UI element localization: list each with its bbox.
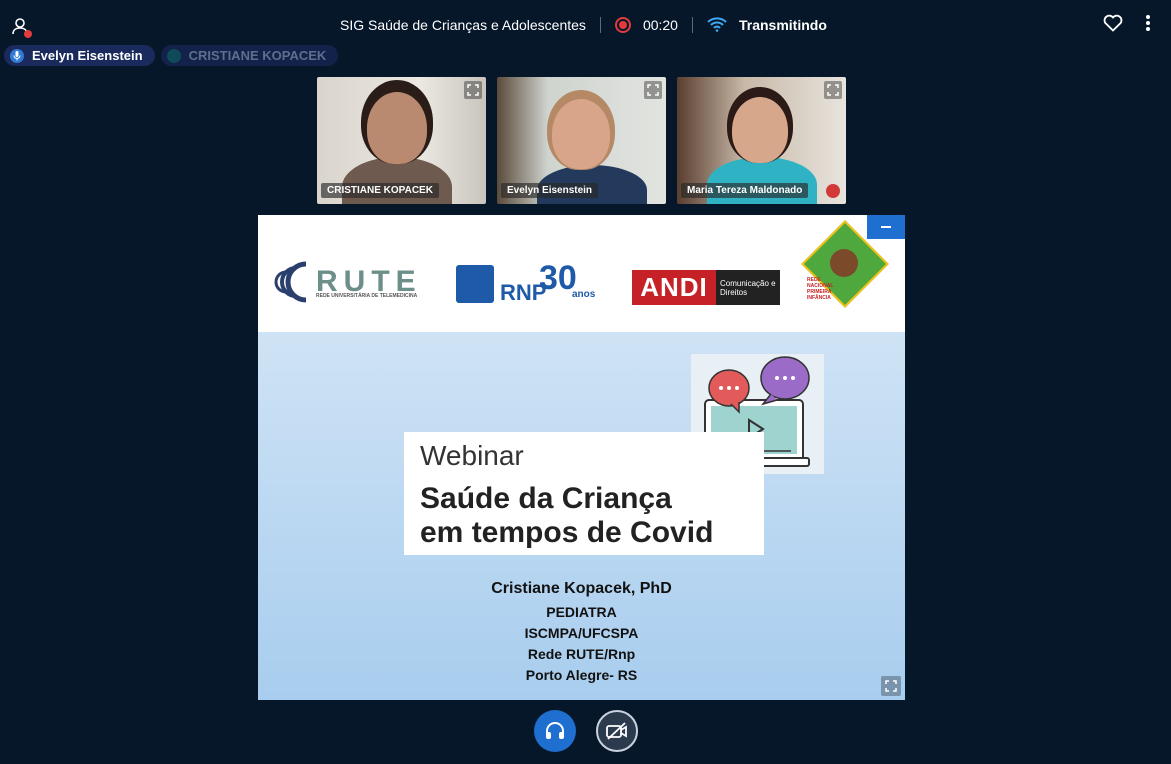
participant-face [367,92,427,164]
presenter-role: PEDIATRA [546,604,617,620]
microphone-icon [10,48,24,63]
presenter-network: Rede RUTE/Rnp [527,646,636,662]
speaker-indicator-icon [166,48,181,63]
record-icon [614,17,631,33]
webinar-label: Webinar [420,440,524,471]
andi-wordmark: ANDI [632,270,716,305]
participant-face [552,99,610,169]
webinar-title: Saúde da Criança em tempos de Covid [420,482,713,550]
expand-icon[interactable] [464,81,482,99]
wifi-icon [707,16,727,35]
andi-subtitle: Comunicação e Direitos [720,278,776,297]
divider [599,17,601,33]
speaker-pill-active[interactable]: Evelyn Eisenstein [4,45,155,66]
slide-logo-bar: RUTE REDE UNIVERSITÁRIA DE TELEMEDICINA … [258,215,905,332]
rnp-years-label: anos [572,289,596,300]
presenter-credits: Cristiane Kopacek, PhD PEDIATRA ISCMPA/U… [258,580,905,686]
meeting-title: SIG Saúde de Crianças e Adolescentes [340,17,586,33]
rnpi-subtitle: REDE NACIONAL PRIMEIRA INFÂNCIA [807,277,834,301]
webinar-title-card: Webinar Saúde da Criança em tempos de Co… [404,432,764,555]
streaming-status: Transmitindo [738,17,827,33]
presenter-location: Porto Alegre- RS [525,667,638,683]
presenter-name: Cristiane Kopacek, PhD [491,580,672,597]
rute-subtitle: REDE UNIVERSITÁRIA DE TELEMEDICINA [316,293,418,299]
notification-dot [24,30,32,38]
user-icon[interactable] [8,14,32,38]
heart-icon[interactable] [1103,14,1123,32]
recording-timer: 00:20 [642,17,678,33]
participant-video-tile[interactable]: CRISTIANE KOPACEK [317,77,486,204]
participant-name: CRISTIANE KOPACEK [321,183,439,198]
muted-microphone-icon [826,184,840,198]
globe-icon [456,265,494,303]
participant-video-tile[interactable]: Maria Tereza Maldonado [677,77,846,204]
participant-video-tile[interactable]: Evelyn Eisenstein [497,77,666,204]
speaker-list: Evelyn Eisenstein CRISTIANE KOPACEK [4,45,339,66]
fullscreen-icon[interactable] [881,676,901,696]
participant-face [732,97,788,163]
divider [691,17,693,33]
participant-name: Evelyn Eisenstein [501,183,599,198]
speaker-pill[interactable]: CRISTIANE KOPACEK [160,45,339,66]
headphones-icon[interactable] [534,710,576,752]
more-vertical-icon[interactable] [1145,14,1151,32]
expand-icon[interactable] [644,81,662,99]
meeting-header: SIG Saúde de Crianças e Adolescentes 00:… [340,14,827,36]
presenter-institution: ISCMPA/UFCSPA [524,625,639,641]
speaker-name: CRISTIANE KOPACEK [188,48,327,63]
camera-off-icon[interactable] [596,710,638,752]
shared-presentation: RUTE REDE UNIVERSITÁRIA DE TELEMEDICINA … [258,215,905,700]
expand-icon[interactable] [824,81,842,99]
minimize-button[interactable] [867,215,905,239]
speaker-name: Evelyn Eisenstein [32,48,143,63]
webinar-title-line-2: em tempos de Covid [420,516,714,549]
participant-name: Maria Tereza Maldonado [681,183,809,198]
webinar-title-line-1: Saúde da Criança [420,482,672,515]
